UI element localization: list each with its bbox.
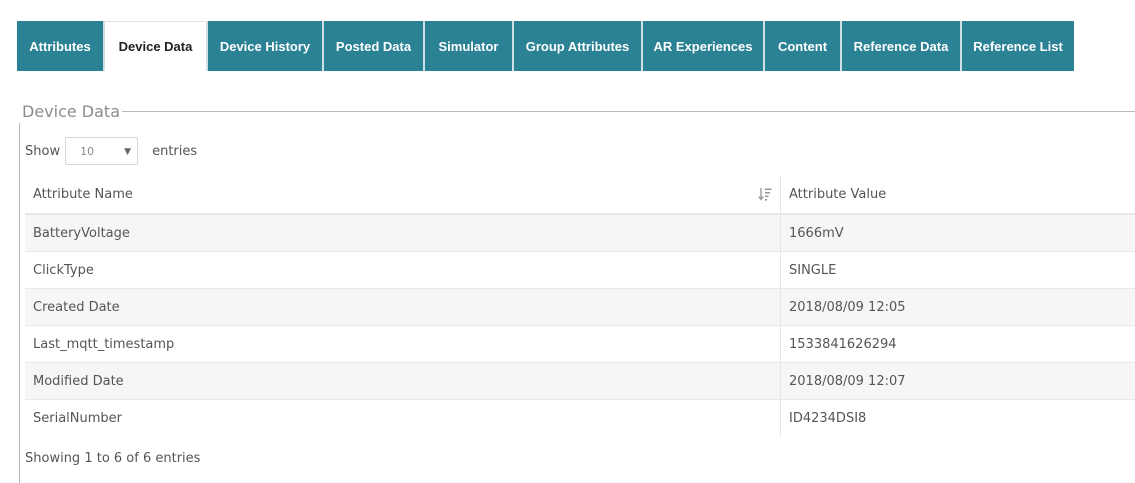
tab-reference-list[interactable]: Reference List [962,21,1074,71]
column-header-attribute-value[interactable]: Attribute Value [781,176,1135,214]
tab-content[interactable]: Content [765,21,842,71]
attribute-value-cell: 2018/08/09 12:05 [781,289,1135,326]
attribute-value-cell: 2018/08/09 12:07 [781,363,1135,400]
tab-device-history[interactable]: Device History [208,21,324,71]
attribute-name-cell: ClickType [25,252,781,289]
table-row: Modified Date 2018/08/09 12:07 [25,363,1135,400]
table-row: Created Date 2018/08/09 12:05 [25,289,1135,326]
column-header-label: Attribute Name [33,187,133,202]
table-row: SerialNumber ID4234DSI8 [25,400,1135,437]
attribute-value-cell: 1666mV [781,214,1135,252]
table-row: ClickType SINGLE [25,252,1135,289]
tab-ar-experiences[interactable]: AR Experiences [643,21,765,71]
table-header-row: Attribute Name Attribute Value [25,176,1135,214]
show-label: Show [25,144,60,159]
entries-label: entries [152,144,197,159]
attribute-name-cell: Last_mqtt_timestamp [25,326,781,363]
column-header-attribute-name[interactable]: Attribute Name [25,176,781,214]
tab-device-data[interactable]: Device Data [105,21,208,71]
entries-length-control: Show 10 ▼ entries [25,137,197,165]
table-info: Showing 1 to 6 of 6 entries [25,451,200,466]
entries-select[interactable]: 10 ▼ [65,137,138,165]
tab-reference-data[interactable]: Reference Data [842,21,962,71]
panel-legend: Device Data [19,101,122,123]
tab-posted-data[interactable]: Posted Data [324,21,425,71]
chevron-down-icon: ▼ [124,138,131,166]
device-data-table: Attribute Name Attribute Value BatteryVo… [25,176,1135,436]
attribute-name-cell: Modified Date [25,363,781,400]
entries-select-value: 10 [80,145,94,158]
attribute-name-cell: BatteryVoltage [25,214,781,252]
attribute-name-cell: Created Date [25,289,781,326]
attribute-name-cell: SerialNumber [25,400,781,437]
sort-amount-icon[interactable] [758,187,772,201]
attribute-value-cell: SINGLE [781,252,1135,289]
table-row: BatteryVoltage 1666mV [25,214,1135,252]
table-row: Last_mqtt_timestamp 1533841626294 [25,326,1135,363]
tab-attributes[interactable]: Attributes [17,21,105,71]
tab-bar: Attributes Device Data Device History Po… [17,21,1074,71]
attribute-value-cell: ID4234DSI8 [781,400,1135,437]
tab-group-attributes[interactable]: Group Attributes [514,21,643,71]
tab-simulator[interactable]: Simulator [425,21,514,71]
attribute-value-cell: 1533841626294 [781,326,1135,363]
